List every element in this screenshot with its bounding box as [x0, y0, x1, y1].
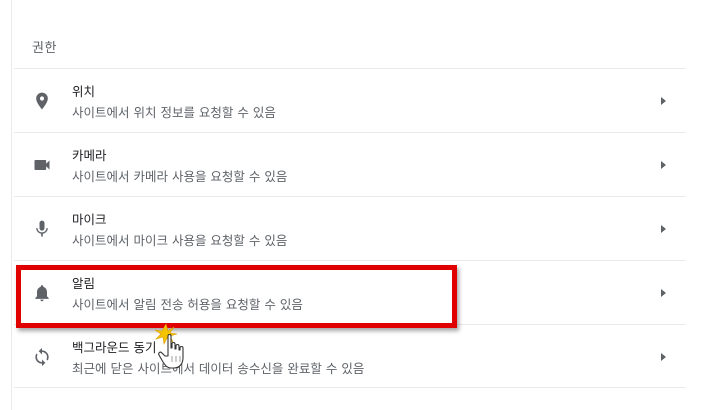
section-title: 권한: [32, 41, 57, 56]
permission-description: 사이트에서 위치 정보를 요청할 수 있음: [72, 105, 276, 120]
permission-label: 알림: [72, 276, 96, 291]
chevron-right-icon: [658, 159, 668, 171]
chevron-right-icon: [658, 287, 668, 299]
microphone-icon: [32, 219, 52, 239]
permission-row-notifications[interactable]: 알림 사이트에서 알림 전송 허용을 요청할 수 있음: [14, 260, 686, 324]
permission-label: 마이크: [72, 212, 107, 227]
permission-row-microphone[interactable]: 마이크 사이트에서 마이크 사용을 요청할 수 있음: [14, 196, 686, 260]
permission-row-background-sync[interactable]: 백그라운드 동기 최근에 닫은 사이트에서 데이터 송수신을 완료할 수 있음: [14, 324, 686, 388]
permission-row-camera[interactable]: 카메라 사이트에서 카메라 사용을 요청할 수 있음: [14, 132, 686, 196]
location-pin-icon: [32, 91, 52, 111]
permission-description: 사이트에서 마이크 사용을 요청할 수 있음: [72, 233, 288, 248]
permission-row-location[interactable]: 위치 사이트에서 위치 정보를 요청할 수 있음: [14, 68, 686, 132]
permission-label: 위치: [72, 84, 96, 99]
chevron-right-icon: [658, 351, 668, 363]
camera-icon: [32, 155, 52, 175]
permission-description: 사이트에서 알림 전송 허용을 요청할 수 있음: [72, 297, 303, 312]
settings-page: 권한 위치 사이트에서 위치 정보를 요청할 수 있음 카메라 사이트에서 카메…: [0, 0, 726, 410]
permission-description: 최근에 닫은 사이트에서 데이터 송수신을 완료할 수 있음: [72, 361, 365, 376]
permission-label: 카메라: [72, 148, 107, 163]
sync-icon: [32, 347, 52, 367]
permission-label: 백그라운드 동기: [72, 340, 157, 355]
chevron-right-icon: [658, 223, 668, 235]
bell-icon: [32, 283, 52, 303]
permission-description: 사이트에서 카메라 사용을 요청할 수 있음: [72, 169, 288, 184]
permissions-list: 위치 사이트에서 위치 정보를 요청할 수 있음 카메라 사이트에서 카메라 사…: [14, 68, 686, 388]
chevron-right-icon: [658, 95, 668, 107]
left-divider: [11, 0, 12, 410]
